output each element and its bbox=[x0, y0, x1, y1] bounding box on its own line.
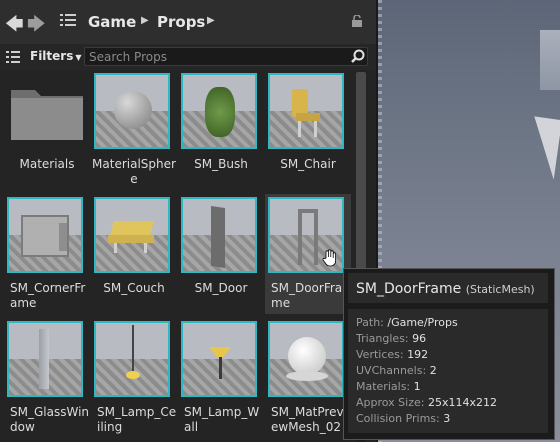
tooltip-row-collision-prims: Collision Prims: 3 bbox=[356, 412, 451, 425]
navigation-bar: 🡄 🡆 Game ▶ Props ▶ bbox=[0, 0, 376, 45]
asset-label: Materials bbox=[19, 157, 75, 171]
thumbnail bbox=[268, 73, 344, 149]
asset-tile-sm-chair[interactable]: SM_Chair bbox=[265, 70, 351, 190]
forward-arrow-icon[interactable]: 🡆 bbox=[27, 12, 46, 42]
thumbnail bbox=[181, 197, 257, 273]
asset-tile-materials[interactable]: Materials bbox=[4, 70, 90, 190]
tooltip-asset-name: SM_DoorFrame bbox=[356, 281, 462, 297]
asset-tile-sm-couch[interactable]: SM_Couch bbox=[91, 194, 177, 314]
asset-label: SM_Lamp_Wall bbox=[184, 405, 260, 434]
asset-label: SM_Bush bbox=[194, 157, 248, 171]
search-icon[interactable] bbox=[351, 49, 365, 63]
asset-tile-sm-lamp-wall[interactable]: SM_Lamp_Wall bbox=[178, 318, 264, 442]
thumbnail bbox=[94, 321, 170, 397]
content-browser: 🡄 🡆 Game ▶ Props ▶ Filters ▼ Search Prop… bbox=[0, 0, 376, 442]
tooltip-row-approx-size: Approx Size: 25x114x212 bbox=[356, 396, 497, 409]
asset-label: SM_GlassWindow bbox=[10, 405, 90, 434]
asset-label: SM_Door bbox=[194, 281, 248, 295]
chevron-down-icon: ▼ bbox=[75, 53, 82, 62]
tooltip-asset-type: (StaticMesh) bbox=[465, 283, 535, 296]
filter-list-icon[interactable] bbox=[6, 51, 20, 63]
tooltip-title: SM_DoorFrame (StaticMesh) bbox=[356, 281, 535, 297]
breadcrumb-props[interactable]: Props bbox=[157, 13, 205, 31]
thumbnail bbox=[94, 73, 170, 149]
breadcrumb-separator-icon[interactable]: ▶ bbox=[141, 15, 149, 26]
asset-tile-sm-door[interactable]: SM_Door bbox=[178, 194, 264, 314]
lock-icon[interactable] bbox=[351, 15, 363, 27]
asset-label: SM_MatPreviewMesh_02 bbox=[271, 405, 347, 434]
filters-button[interactable]: Filters ▼ bbox=[30, 49, 82, 63]
asset-tile-sm-cornerframe[interactable]: SM_CornerFrame bbox=[4, 194, 90, 314]
asset-tile-sm-lamp-ceiling[interactable]: SM_Lamp_Ceiling bbox=[91, 318, 177, 442]
asset-grid: Materials MaterialSphere SM_Bush SM_Chai… bbox=[0, 70, 354, 442]
thumbnail bbox=[181, 321, 257, 397]
asset-label: SM_DoorFrame bbox=[271, 281, 343, 310]
tooltip-row-triangles: Triangles: 96 bbox=[356, 332, 427, 345]
thumbnail bbox=[181, 73, 257, 149]
asset-tile-sm-bush[interactable]: SM_Bush bbox=[178, 70, 264, 190]
tooltip-row-materials: Materials: 1 bbox=[356, 380, 421, 393]
asset-label: SM_CornerFrame bbox=[10, 281, 86, 310]
tooltip-row-path: Path: /Game/Props bbox=[356, 316, 458, 329]
search-input[interactable] bbox=[84, 47, 368, 66]
asset-tile-materialsphere[interactable]: MaterialSphere bbox=[91, 70, 177, 190]
thumbnail bbox=[7, 321, 83, 397]
filters-label: Filters bbox=[30, 49, 74, 63]
folder-tree-icon[interactable] bbox=[60, 14, 76, 28]
thumbnail bbox=[268, 321, 344, 397]
tooltip-row-vertices: Vertices: 192 bbox=[356, 348, 429, 361]
asset-label: SM_Couch bbox=[103, 281, 165, 295]
breadcrumb-separator-icon[interactable]: ▶ bbox=[207, 15, 215, 26]
asset-label: MaterialSphere bbox=[92, 157, 176, 186]
asset-tile-sm-matpreviewmesh-02[interactable]: SM_MatPreviewMesh_02 bbox=[265, 318, 351, 442]
viewport-object bbox=[540, 30, 560, 90]
folder-icon bbox=[11, 90, 83, 140]
tooltip-row-uvchannels: UVChannels: 2 bbox=[356, 364, 437, 377]
back-arrow-icon[interactable]: 🡄 bbox=[5, 12, 24, 42]
thumbnail bbox=[7, 197, 83, 273]
asset-tooltip: SM_DoorFrame (StaticMesh) Path: /Game/Pr… bbox=[343, 268, 555, 440]
asset-label: SM_Lamp_Ceiling bbox=[97, 405, 177, 434]
asset-tile-sm-glasswindow[interactable]: SM_GlassWindow bbox=[4, 318, 90, 442]
hand-cursor-icon bbox=[322, 249, 336, 267]
asset-label: SM_Chair bbox=[280, 157, 336, 171]
thumbnail bbox=[94, 197, 170, 273]
breadcrumb-game[interactable]: Game bbox=[88, 13, 136, 31]
